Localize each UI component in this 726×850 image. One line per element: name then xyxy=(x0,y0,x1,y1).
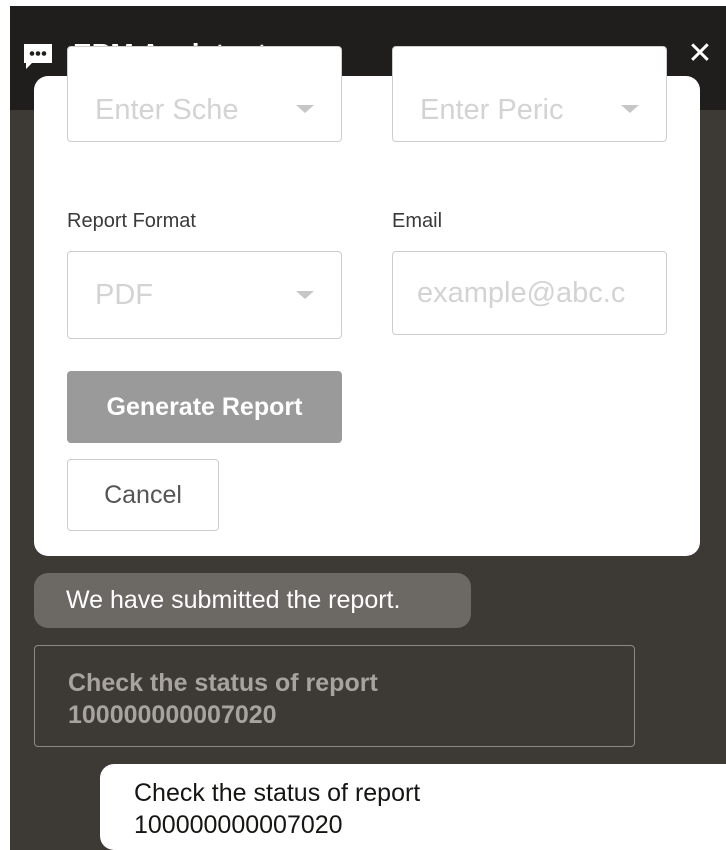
report-format-select[interactable]: PDF xyxy=(67,251,342,339)
report-format-value: PDF xyxy=(95,278,153,311)
chevron-down-icon xyxy=(296,291,314,299)
chevron-down-icon xyxy=(296,105,314,113)
user-message: Check the status of report 1000000000070… xyxy=(100,764,726,850)
user-message-line-1: Check the status of report xyxy=(134,779,421,807)
generate-report-button[interactable]: Generate Report xyxy=(67,371,342,443)
schedule-placeholder: Enter Sche xyxy=(95,93,239,126)
period-select[interactable]: Enter Peric xyxy=(392,46,667,142)
email-label: Email xyxy=(392,210,443,232)
report-format-label: Report Format xyxy=(67,210,196,232)
email-placeholder: example@abc.c xyxy=(417,276,626,309)
chat-window: EPM Assistant ··· ✕ Enter Sche Enter Per… xyxy=(10,6,726,850)
close-button[interactable]: ✕ xyxy=(682,36,718,72)
action-line-1: Check the status of report xyxy=(68,669,378,697)
email-input[interactable]: example@abc.c xyxy=(392,251,667,335)
chevron-down-icon xyxy=(621,105,639,113)
chat-bubble-icon xyxy=(22,43,54,76)
user-message-line-2: 100000000007020 xyxy=(134,811,343,839)
action-line-2: 100000000007020 xyxy=(68,701,277,729)
report-form-card: Enter Sche Enter Peric Report Format Ema… xyxy=(34,46,700,556)
schedule-select[interactable]: Enter Sche xyxy=(67,46,342,142)
period-placeholder: Enter Peric xyxy=(420,93,564,126)
check-status-action-button[interactable]: Check the status of report 1000000000070… xyxy=(34,645,635,747)
cancel-button[interactable]: Cancel xyxy=(67,459,219,531)
bot-message: We have submitted the report. xyxy=(34,573,471,628)
